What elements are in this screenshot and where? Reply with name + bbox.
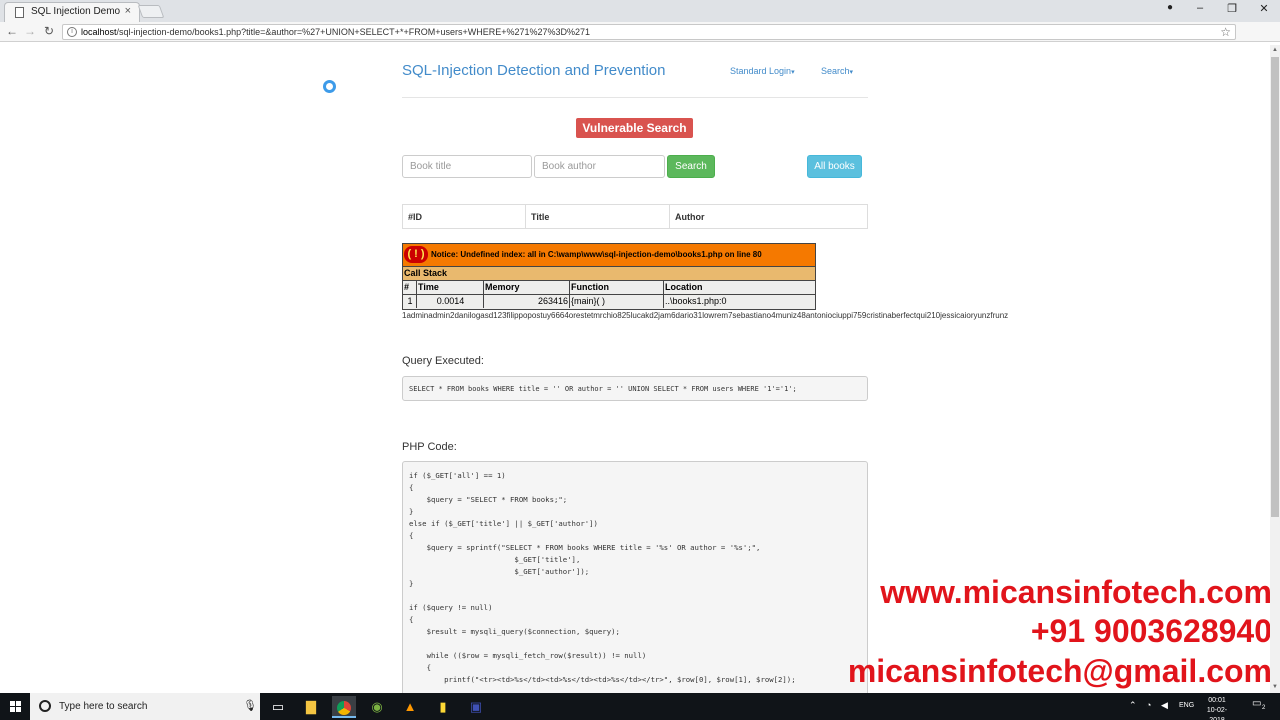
restore-icon[interactable]: ❐ xyxy=(1222,2,1242,15)
call-stack-header: Location xyxy=(665,282,703,292)
microphone-icon[interactable]: 🎙 xyxy=(243,699,257,712)
nav-search-label: Search xyxy=(821,66,850,76)
android-studio-icon[interactable]: ◉ xyxy=(365,696,389,718)
leaked-data-text: 1adminadmin2danilogasd123filippopostuy66… xyxy=(402,311,1009,320)
call-stack-cell: {main}( ) xyxy=(570,295,664,308)
file-explorer-icon[interactable]: ▇ xyxy=(299,696,323,718)
clock-date: 10-02-2018 xyxy=(1206,707,1228,720)
divider xyxy=(402,97,868,98)
volume-icon[interactable]: ◀ xyxy=(1161,700,1168,711)
chevron-up-icon[interactable]: ⌃ xyxy=(1129,700,1137,711)
taskbar: Type here to search 🎙 ▭ ▇ ◉ ▲ ▮ ▣ ⌃ ◔ ◀ … xyxy=(0,693,1280,720)
start-button[interactable] xyxy=(0,693,30,720)
call-stack-cell: 0.0014 xyxy=(417,295,484,308)
windows-logo-icon xyxy=(10,701,21,712)
nav-search[interactable]: Search▾ xyxy=(821,66,853,76)
site-brand[interactable]: SQL-Injection Detection and Prevention xyxy=(402,62,666,79)
call-stack-cell: 263416 xyxy=(484,295,570,308)
chevron-down-icon: ▾ xyxy=(849,69,854,76)
results-table: #ID Title Author xyxy=(402,204,868,229)
url-path: /sql-injection-demo/books1.php?title=&au… xyxy=(116,27,591,37)
new-tab-button[interactable] xyxy=(137,5,165,18)
notifications-icon[interactable]: ▭ xyxy=(1252,698,1261,709)
bookmark-star-icon[interactable]: ☆ xyxy=(1220,25,1231,39)
book-author-input[interactable]: Book author xyxy=(534,155,665,178)
vlc-icon[interactable]: ▲ xyxy=(398,696,422,718)
php-code-text: if ($_GET['all'] == 1) { $query = "SELEC… xyxy=(409,471,796,684)
php-notice-message: Notice: Undefined index: all in C:\wamp\… xyxy=(431,250,762,259)
taskbar-search-placeholder: Type here to search xyxy=(59,701,148,712)
query-executed-heading: Query Executed: xyxy=(402,355,484,367)
call-stack-header: Function xyxy=(570,281,664,294)
clock-time: 00:01 xyxy=(1208,697,1226,704)
call-stack-label: Call Stack xyxy=(403,267,815,281)
call-stack-header: # xyxy=(403,281,417,294)
book-title-input[interactable]: Book title xyxy=(402,155,532,178)
warning-icon: ( ! ) xyxy=(404,246,428,263)
notification-count: 2 xyxy=(1262,705,1266,711)
url-text[interactable]: localhost/sql-injection-demo/books1.php?… xyxy=(81,27,590,37)
call-stack-header: Memory xyxy=(484,281,570,294)
chrome-icon[interactable] xyxy=(332,696,356,718)
call-stack-header: Time xyxy=(417,281,484,294)
back-icon[interactable]: ← xyxy=(4,24,20,38)
divider xyxy=(669,205,670,228)
reload-icon[interactable]: ↻ xyxy=(41,24,57,38)
query-code-box: SELECT * FROM books WHERE title = '' OR … xyxy=(402,376,868,401)
tab-sql-injection-demo[interactable]: SQL Injection Demo × xyxy=(4,2,140,22)
nav-standard-login[interactable]: Standard Login▾ xyxy=(730,66,795,76)
column-header-id: #ID xyxy=(408,212,423,222)
php-notice-header: ( ! ) Notice: Undefined index: all in C:… xyxy=(403,244,815,267)
forward-icon[interactable]: → xyxy=(22,24,38,38)
watermark-phone: +91 9003628940 xyxy=(1030,613,1272,649)
call-stack-row: 1 0.0014 263416 {main}( ) ..\books1.php:… xyxy=(403,295,815,309)
app-icon[interactable]: ▣ xyxy=(464,696,488,718)
call-stack-cell: 1 xyxy=(403,295,417,308)
watermark-website: www.micansinfotech.com xyxy=(880,574,1272,610)
search-button[interactable]: Search xyxy=(667,155,715,178)
chevron-down-icon: ▾ xyxy=(791,69,795,76)
scroll-down-icon[interactable]: ▼ xyxy=(1270,682,1280,692)
call-stack-header-row: # Time Memory Function Location xyxy=(403,281,815,295)
clock[interactable]: 00:01 10-02-2018 xyxy=(1200,696,1234,720)
notes-icon[interactable]: ▮ xyxy=(431,696,455,718)
url-host: localhost xyxy=(81,27,117,37)
info-icon[interactable]: i xyxy=(67,27,77,37)
page-icon xyxy=(15,7,24,18)
scrollbar-thumb[interactable] xyxy=(1271,57,1279,517)
php-notice-table: ( ! ) Notice: Undefined index: all in C:… xyxy=(402,243,816,310)
tab-close-icon[interactable]: × xyxy=(125,5,131,17)
account-icon[interactable]: ● xyxy=(1160,2,1180,13)
divider xyxy=(525,205,526,228)
column-header-title: Title xyxy=(531,212,550,222)
task-view-icon[interactable]: ▭ xyxy=(266,696,290,718)
browser-toolbar: ← → ↻ i localhost/sql-injection-demo/boo… xyxy=(0,22,1280,42)
watermark-email: micansinfotech@gmail.com xyxy=(847,653,1272,689)
nav-standard-login-label: Standard Login xyxy=(730,66,792,76)
network-icon[interactable]: ◔ xyxy=(1146,700,1151,710)
php-code-box: if ($_GET['all'] == 1) { $query = "SELEC… xyxy=(402,461,868,701)
address-bar[interactable]: i localhost/sql-injection-demo/books1.ph… xyxy=(62,24,1236,40)
language-indicator[interactable]: ENG xyxy=(1179,702,1194,709)
cortana-icon xyxy=(39,700,51,712)
php-code-heading: PHP Code: xyxy=(402,441,457,453)
all-books-button[interactable]: All books xyxy=(807,155,862,178)
vulnerable-search-label: Vulnerable Search xyxy=(576,118,693,138)
loading-spinner xyxy=(323,80,336,93)
close-window-icon[interactable]: ✕ xyxy=(1254,2,1274,15)
taskbar-search-box[interactable]: Type here to search 🎙 xyxy=(30,693,260,720)
tab-title: SQL Injection Demo xyxy=(31,6,121,17)
browser-tabstrip: SQL Injection Demo × ● – ❐ ✕ xyxy=(0,0,1280,22)
minimize-icon[interactable]: – xyxy=(1190,2,1210,14)
scroll-up-icon[interactable]: ▲ xyxy=(1270,45,1280,55)
call-stack-cell: ..\books1.php:0 xyxy=(665,296,727,306)
column-header-author: Author xyxy=(675,212,705,222)
